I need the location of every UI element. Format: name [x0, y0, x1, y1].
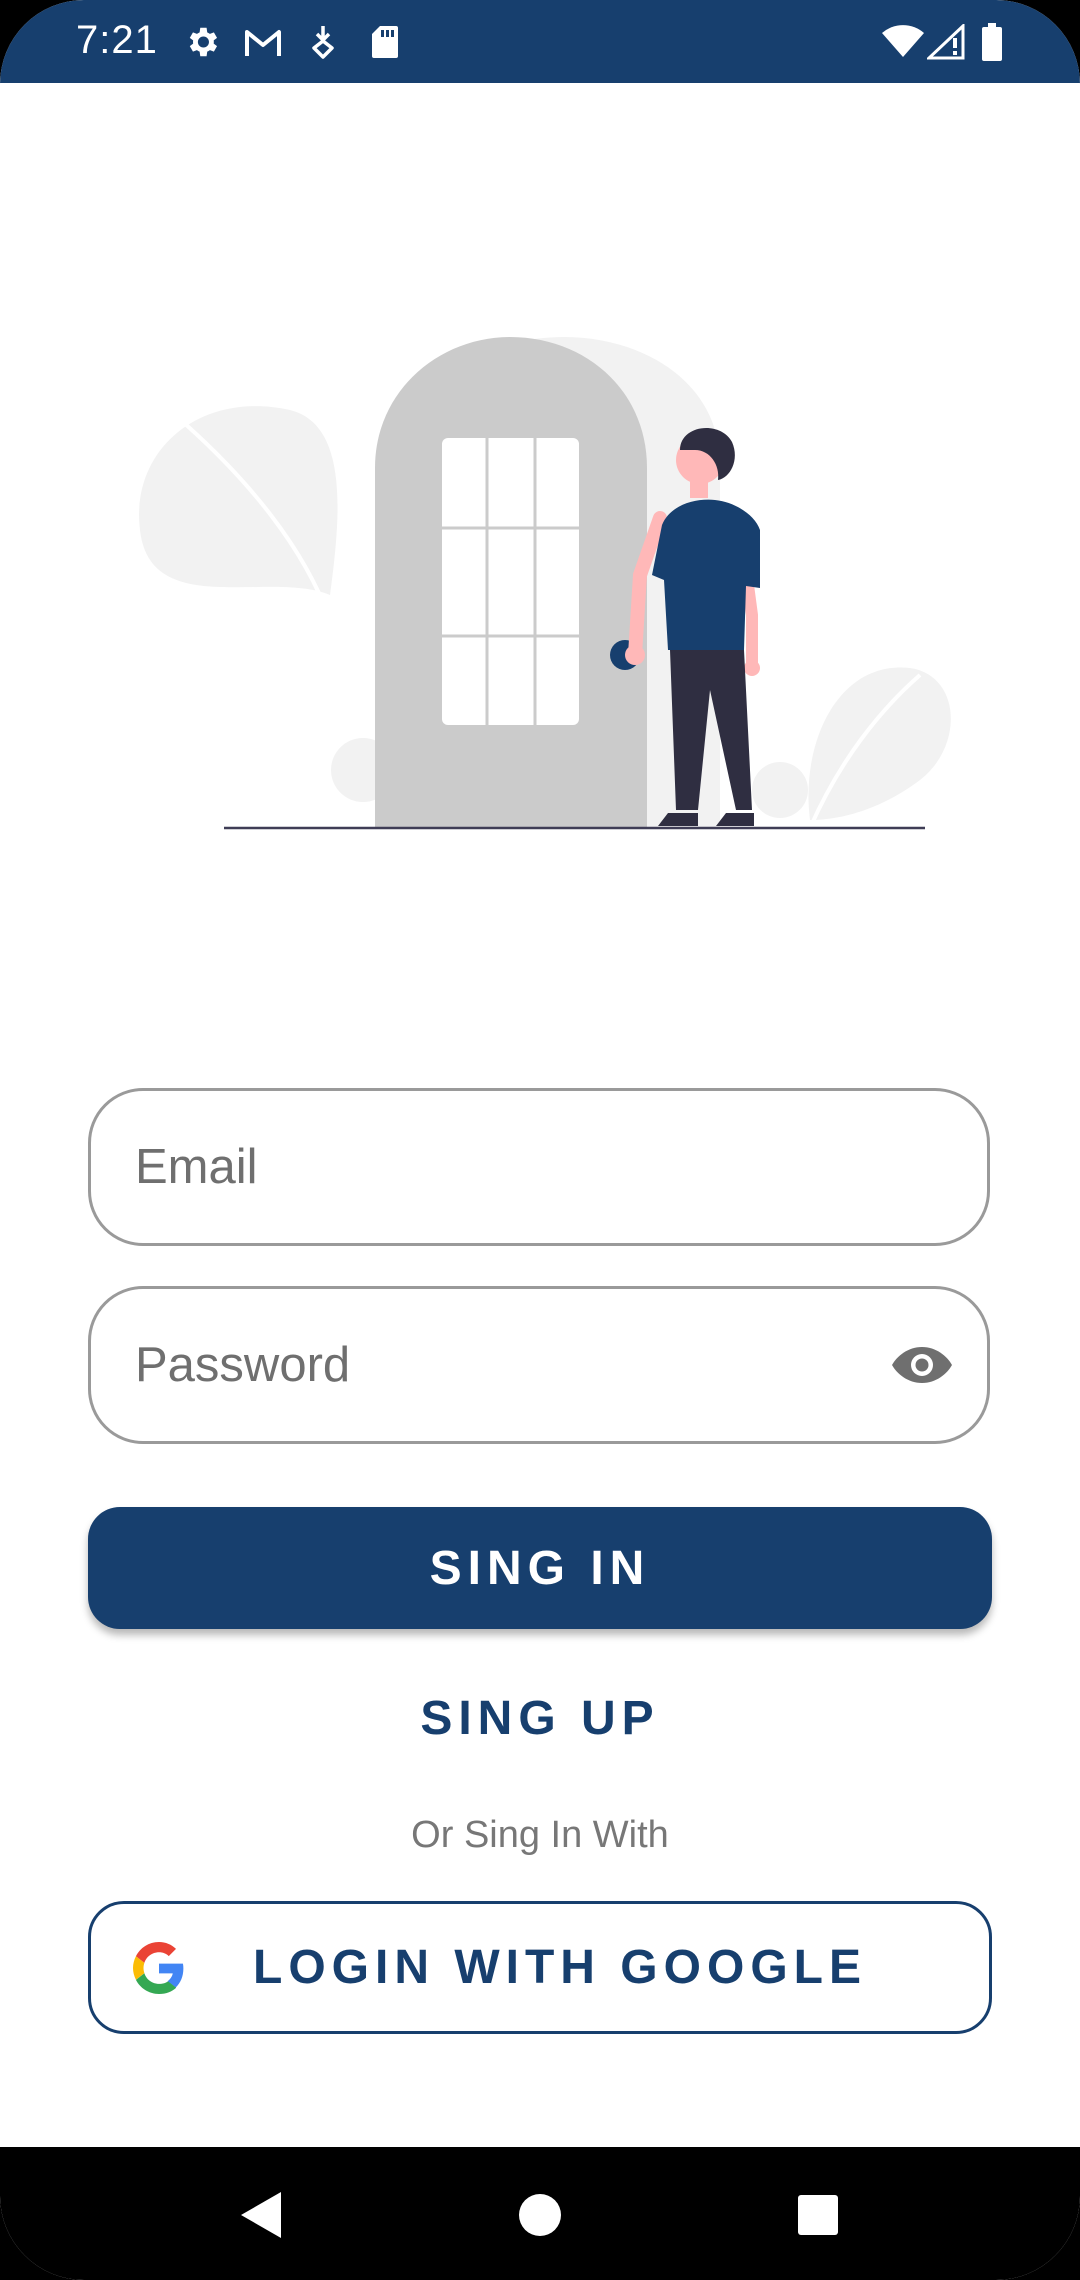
sign-in-label: SING IN — [429, 1541, 651, 1595]
email-input[interactable] — [133, 1138, 837, 1196]
alternate-sign-in-text: Or Sing In With — [411, 1814, 669, 1856]
signal-icon — [926, 22, 966, 62]
password-field[interactable] — [88, 1286, 990, 1444]
navigation-bar — [0, 2147, 1080, 2280]
eye-icon[interactable] — [887, 1330, 957, 1400]
google-login-label: LOGIN WITH GOOGLE — [253, 1941, 867, 1994]
password-input[interactable] — [133, 1336, 837, 1394]
battery-icon — [978, 22, 1006, 62]
status-bar: 7:21 — [0, 0, 1080, 83]
google-login-button[interactable]: LOGIN WITH GOOGLE — [88, 1901, 992, 2034]
download-icon — [308, 22, 338, 62]
gmail-icon — [242, 22, 284, 62]
status-time: 7:21 — [76, 18, 158, 62]
login-screen: 7:21 Email SING IN SING UP Or Sing In Wi… — [0, 0, 1080, 2280]
person-at-door-illustration — [120, 320, 960, 840]
sd-card-icon — [368, 22, 402, 62]
settings-icon — [182, 22, 222, 62]
sign-in-button[interactable]: SING IN — [88, 1507, 992, 1629]
recents-icon[interactable] — [786, 2183, 850, 2247]
home-icon[interactable] — [508, 2183, 572, 2247]
sign-up-label: SING UP — [420, 1691, 660, 1745]
google-logo-icon — [133, 1941, 185, 1994]
back-icon[interactable] — [228, 2183, 292, 2247]
email-field[interactable] — [88, 1088, 990, 1246]
sign-up-button[interactable]: SING UP — [340, 1678, 740, 1758]
wifi-icon — [880, 22, 926, 62]
